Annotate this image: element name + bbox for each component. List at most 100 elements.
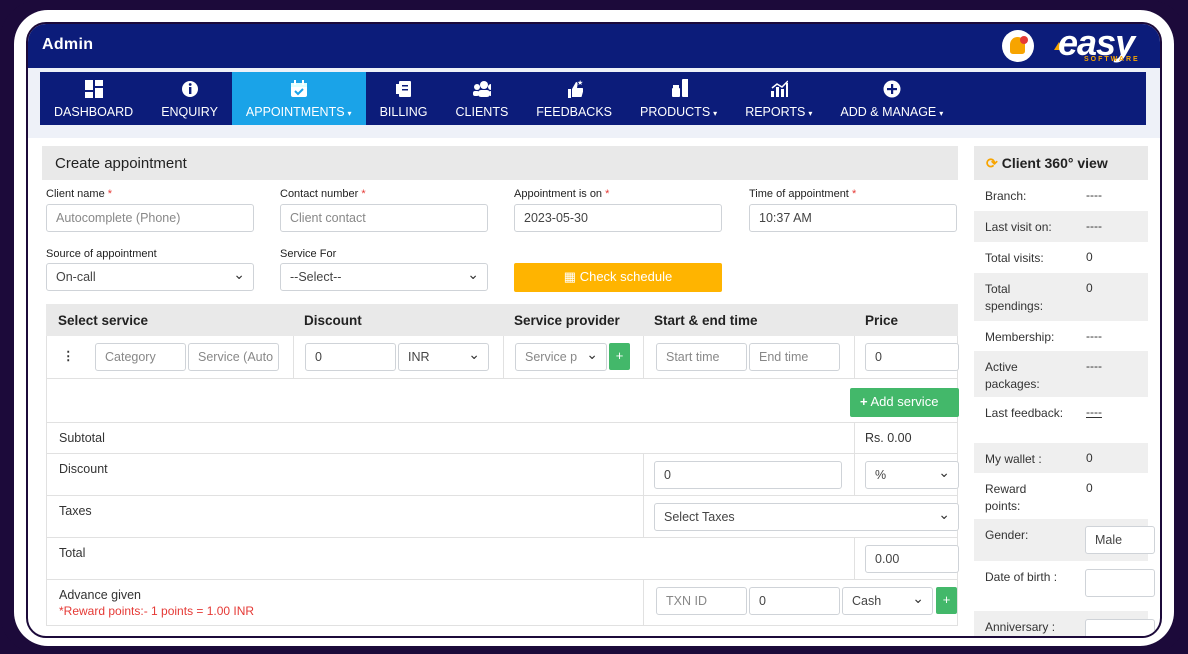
- info-row-membership: Membership: ----: [985, 329, 1102, 344]
- source-select[interactable]: On-call: [46, 263, 254, 291]
- discount-type-select[interactable]: %: [865, 461, 959, 489]
- txn-id-input[interactable]: TXN ID: [656, 587, 747, 615]
- info-row-last-visit: Last visit on: ----: [974, 211, 1148, 242]
- client-360-panel: ⟳ Client 360° view Branch: ---- Last visit…: [974, 146, 1155, 636]
- svg-text:★★: ★★: [577, 79, 583, 87]
- client-360-title: ⟳ Client 360° view: [974, 146, 1148, 180]
- col-price: Price: [865, 313, 899, 328]
- add-service-button[interactable]: + Add service: [850, 388, 959, 417]
- nav-wrapper: DASHBOARD ENQUIRY APPOINTMENTS ▾ BILLING …: [28, 68, 1160, 138]
- nav-dashboard[interactable]: DASHBOARD: [40, 72, 147, 125]
- app-screen: Admin easy SOFTWARE DASHBOARD ENQUIRY AP…: [26, 22, 1162, 638]
- nav-enquiry[interactable]: ENQUIRY: [147, 72, 232, 125]
- source-label: Source of appointment: [46, 248, 157, 260]
- price-input[interactable]: 0: [865, 343, 959, 371]
- feedback-icon: ★★: [565, 79, 584, 98]
- dashboard-icon: [84, 80, 103, 98]
- easy-software-logo: easy SOFTWARE: [1054, 24, 1154, 66]
- add-payment-button[interactable]: +: [936, 587, 957, 614]
- info-row-last-feedback: Last feedback: ----: [985, 405, 1102, 420]
- nav-products[interactable]: PRODUCTS ▾: [626, 72, 731, 125]
- service-input[interactable]: Service (Auto: [188, 343, 279, 371]
- info-row-branch: Branch: ----: [985, 188, 1102, 203]
- gender-select[interactable]: Male: [1085, 526, 1155, 554]
- appointment-date-input[interactable]: 2023-05-30: [514, 204, 722, 232]
- nav-billing[interactable]: BILLING: [366, 72, 442, 125]
- taxes-label: Taxes: [59, 504, 92, 518]
- col-discount: Discount: [304, 313, 362, 328]
- currency-select[interactable]: INR: [398, 343, 489, 371]
- device-frame: Admin easy SOFTWARE DASHBOARD ENQUIRY AP…: [0, 0, 1188, 654]
- add-service-row: + Add service: [46, 379, 959, 423]
- calendar-icon: ▦: [563, 269, 580, 284]
- subtotal-row: Subtotal Rs. 0.00: [46, 423, 958, 454]
- taxes-select[interactable]: Select Taxes: [654, 503, 959, 531]
- discount-label: Discount: [59, 462, 108, 476]
- info-row-gender: Gender: Male: [974, 519, 1155, 561]
- nav-add-manage[interactable]: ADD & MANAGE ▾: [826, 72, 957, 125]
- start-time-input[interactable]: Start time: [656, 343, 747, 371]
- notification-bell-icon[interactable]: [1002, 30, 1034, 62]
- card-title: Create appointment: [42, 146, 958, 180]
- reward-note: *Reward points:- 1 points = 1.00 INR: [59, 604, 255, 618]
- col-start-end-time: Start & end time: [654, 313, 758, 328]
- payment-mode-select[interactable]: Cash: [842, 587, 933, 615]
- refresh-icon[interactable]: ⟳: [986, 155, 998, 171]
- reports-icon: [770, 80, 788, 98]
- client-name-input[interactable]: Autocomplete (Phone): [46, 204, 254, 232]
- top-bar: Admin easy SOFTWARE: [28, 24, 1160, 68]
- category-input[interactable]: Category: [95, 343, 186, 371]
- billing-icon: [395, 80, 413, 98]
- device-inner: Admin easy SOFTWARE DASHBOARD ENQUIRY AP…: [14, 10, 1174, 646]
- info-row-dob: Date of birth :: [974, 561, 1155, 611]
- drag-handle-icon[interactable]: ⋮: [62, 348, 75, 363]
- info-row-anniversary: Anniversary :: [974, 611, 1155, 636]
- col-service-provider: Service provider: [514, 313, 620, 328]
- contact-number-input[interactable]: Client contact: [280, 204, 488, 232]
- contact-number-label: Contact number *: [280, 188, 366, 200]
- taxes-row: Taxes Select Taxes: [46, 496, 959, 538]
- advance-row: Advance given *Reward points:- 1 points …: [46, 580, 958, 626]
- service-for-label: Service For: [280, 248, 337, 260]
- dob-input[interactable]: [1085, 569, 1155, 597]
- total-label: Total: [59, 546, 86, 560]
- check-schedule-button[interactable]: ▦ Check schedule: [514, 263, 722, 292]
- add-provider-button[interactable]: +: [609, 343, 630, 370]
- nav-appointments[interactable]: APPOINTMENTS ▾: [231, 72, 366, 125]
- info-row-active-packages: Active packages: ----: [974, 351, 1148, 397]
- col-select-service: Select service: [58, 313, 149, 328]
- calendar-icon: [290, 80, 308, 98]
- overall-discount-input[interactable]: 0: [654, 461, 842, 489]
- subtotal-value: Rs. 0.00: [865, 431, 912, 445]
- table-header: Select service Discount Service provider…: [46, 304, 958, 336]
- total-row: Total 0.00: [46, 538, 959, 580]
- main-nav: DASHBOARD ENQUIRY APPOINTMENTS ▾ BILLING …: [40, 72, 1146, 125]
- info-row-total-spendings: Total spendings: 0: [974, 273, 1148, 321]
- info-row-total-visits: Total visits: 0: [985, 250, 1093, 265]
- nav-reports[interactable]: REPORTS ▾: [731, 72, 826, 125]
- advance-label: Advance given: [59, 588, 142, 602]
- plus-icon: +: [860, 394, 868, 409]
- info-row-wallet: My wallet :0: [974, 443, 1148, 473]
- subtotal-label: Subtotal: [59, 431, 105, 445]
- appointment-date-label: Appointment is on *: [514, 188, 610, 200]
- appointment-time-label: Time of appointment *: [749, 188, 857, 200]
- client-name-label: Client name *: [46, 188, 113, 200]
- plus-circle-icon: [883, 80, 901, 98]
- info-row-reward-points: Reward points: 0: [985, 481, 1093, 513]
- end-time-input[interactable]: End time: [749, 343, 840, 371]
- nav-feedbacks[interactable]: ★★ FEEDBACKS: [522, 72, 626, 125]
- service-for-select[interactable]: --Select--: [280, 263, 488, 291]
- info-icon: [181, 80, 199, 98]
- create-appointment-card: Create appointment Client name * Autocom…: [42, 146, 959, 636]
- nav-clients[interactable]: CLIENTS: [442, 72, 523, 125]
- advance-amount-input[interactable]: 0: [749, 587, 840, 615]
- total-input[interactable]: 0.00: [865, 545, 959, 573]
- anniversary-input[interactable]: [1085, 619, 1155, 636]
- appointment-time-input[interactable]: 10:37 AM: [749, 204, 957, 232]
- discount-row: Discount 0 %: [46, 454, 959, 496]
- clients-icon: [472, 80, 491, 98]
- discount-input[interactable]: 0: [305, 343, 396, 371]
- app-title: Admin: [42, 36, 94, 53]
- service-provider-select[interactable]: Service p: [515, 343, 607, 371]
